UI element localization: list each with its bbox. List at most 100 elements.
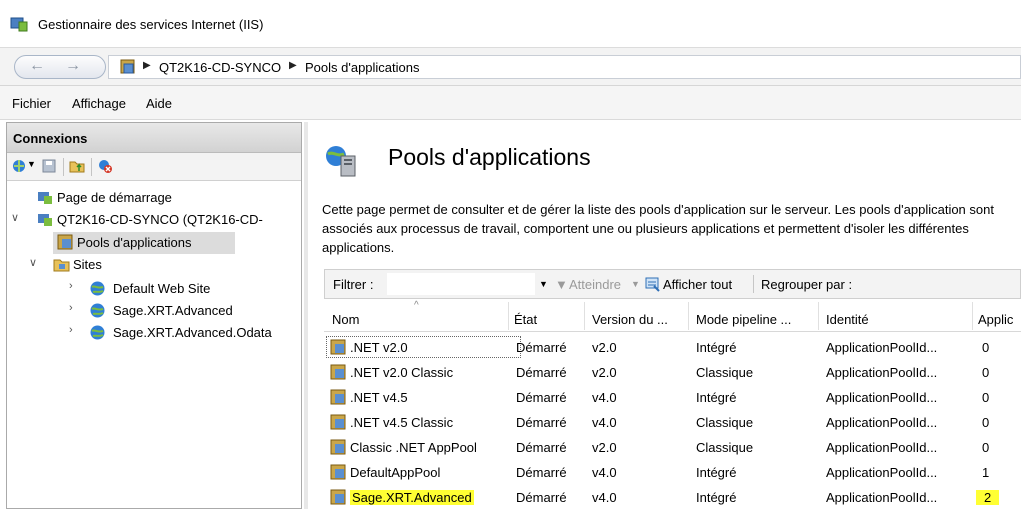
filter-input[interactable]	[387, 273, 535, 295]
cell-state: Démarré	[516, 415, 567, 430]
collapse-chevron-icon[interactable]: ∨	[11, 211, 19, 224]
tree-label: Sage.XRT.Advanced	[113, 303, 233, 318]
expand-chevron-icon[interactable]: ›	[69, 302, 73, 314]
tree-item-site[interactable]: › Sage.XRT.Advanced.Odata	[69, 322, 299, 344]
globe-icon	[90, 325, 105, 340]
navigation-bar: ← → ▶ QT2K16-CD-SYNCO ▶ Pools d'applicat…	[0, 48, 1021, 86]
tree-item-app-pools[interactable]: Pools d'applications	[53, 232, 235, 254]
cell-identity: ApplicationPoolId...	[826, 390, 938, 405]
cell-pipeline-mode: Classique	[696, 415, 754, 430]
table-row[interactable]: Classic .NET AppPool Démarré v2.0 Classi…	[324, 435, 1021, 460]
start-page-icon	[38, 192, 52, 204]
cell-name: .NET v2.0	[350, 340, 408, 355]
app-pool-icon	[330, 439, 346, 455]
cell-identity: ApplicationPoolId...	[826, 490, 938, 505]
tree-item-server[interactable]: ∨ QT2K16-CD-SYNCO (QT2K16-CD-	[7, 209, 301, 231]
column-header-name[interactable]: Nom	[332, 312, 359, 327]
column-header-pipeline-mode[interactable]: Mode pipeline ...	[696, 312, 791, 327]
globe-icon	[90, 281, 105, 296]
app-pool-icon	[330, 414, 346, 430]
cell-name: DefaultAppPool	[350, 465, 441, 480]
menu-aide[interactable]: Aide	[146, 96, 172, 111]
sites-folder-icon	[53, 259, 70, 272]
cell-state: Démarré	[516, 365, 567, 380]
column-divider[interactable]	[972, 302, 973, 330]
chevron-right-icon: ▶	[289, 60, 297, 71]
cell-applications: 0	[982, 340, 990, 355]
table-row[interactable]: .NET v4.5 Classic Démarré v4.0 Classique…	[324, 410, 1021, 435]
cell-pipeline-mode: Intégré	[696, 340, 737, 355]
app-pool-icon	[330, 364, 346, 380]
column-divider[interactable]	[584, 302, 585, 330]
cell-pipeline-mode: Classique	[696, 365, 754, 380]
dropdown-arrow-icon[interactable]: ▼	[27, 159, 36, 169]
expand-chevron-icon[interactable]: ›	[69, 324, 73, 336]
cell-applications: 0	[982, 440, 990, 455]
forward-arrow-icon[interactable]: →	[65, 57, 81, 75]
tree-item-start-page[interactable]: Page de démarrage	[25, 187, 295, 209]
connections-title: Connexions	[13, 131, 88, 146]
column-divider[interactable]	[508, 302, 509, 330]
group-by-label[interactable]: Regrouper par :	[761, 277, 852, 292]
cell-name-highlighted: Sage.XRT.Advanced	[350, 490, 474, 505]
go-dropdown-arrow-icon[interactable]: ▼	[631, 279, 640, 289]
cell-version: v4.0	[592, 465, 617, 480]
up-folder-icon[interactable]	[69, 158, 85, 174]
table-row[interactable]: .NET v2.0 Classic Démarré v2.0 Classique…	[324, 360, 1021, 385]
nav-buttons: ← →	[14, 55, 106, 79]
cell-identity: ApplicationPoolId...	[826, 365, 938, 380]
back-arrow-icon[interactable]: ←	[29, 57, 45, 75]
save-icon[interactable]	[41, 158, 57, 174]
chevron-right-icon: ▶	[143, 60, 151, 71]
cell-name: .NET v2.0 Classic	[350, 365, 454, 380]
cell-identity: ApplicationPoolId...	[826, 415, 938, 430]
column-header-version[interactable]: Version du ...	[592, 312, 668, 327]
cell-identity: ApplicationPoolId...	[826, 340, 938, 355]
cell-applications-highlighted: 2	[976, 490, 1000, 505]
tree-item-site[interactable]: › Sage.XRT.Advanced	[69, 300, 289, 322]
tree-item-site[interactable]: › Default Web Site	[69, 278, 289, 300]
column-header-state[interactable]: État	[514, 312, 537, 327]
connections-header: Connexions	[7, 123, 301, 153]
connect-globe-icon[interactable]	[11, 158, 27, 174]
column-header-identity[interactable]: Identité	[826, 312, 869, 327]
server-icon	[120, 59, 135, 74]
go-button[interactable]: Atteindre	[569, 277, 621, 292]
menu-affichage[interactable]: Affichage	[72, 96, 126, 111]
cell-applications: 0	[982, 415, 990, 430]
table-row[interactable]: .NET v4.5 Démarré v4.0 Intégré Applicati…	[324, 385, 1021, 410]
cell-pipeline-mode: Intégré	[696, 390, 737, 405]
cell-name: .NET v4.5	[350, 390, 408, 405]
grid-header: Nom ^ État Version du ... Mode pipeline …	[324, 300, 1021, 332]
table-row[interactable]: .NET v2.0 Démarré v2.0 Intégré Applicati…	[324, 335, 1021, 360]
cell-version: v2.0	[592, 340, 617, 355]
cell-version: v4.0	[592, 415, 617, 430]
funnel-icon: ▼	[555, 277, 568, 292]
globe-icon	[90, 303, 105, 318]
expand-chevron-icon[interactable]: ›	[69, 280, 73, 292]
show-all-button[interactable]: Afficher tout	[663, 277, 732, 292]
tree-label: QT2K16-CD-SYNCO (QT2K16-CD-	[57, 212, 263, 227]
filter-bar: Filtrer : ▼ ▼ Atteindre ▼ Afficher tout …	[324, 269, 1021, 299]
filter-dropdown-arrow-icon[interactable]: ▼	[539, 279, 548, 289]
cell-pipeline-mode: Intégré	[696, 465, 737, 480]
page-description: Cette page permet de consulter et de gér…	[322, 202, 994, 255]
panel-splitter[interactable]	[304, 122, 308, 509]
menu-fichier[interactable]: Fichier	[12, 96, 51, 111]
disconnect-icon[interactable]	[97, 158, 113, 174]
window-title: Gestionnaire des services Internet (IIS)	[38, 17, 264, 32]
breadcrumb-app-pools[interactable]: Pools d'applications	[305, 60, 420, 75]
table-row[interactable]: DefaultAppPool Démarré v4.0 Intégré Appl…	[324, 460, 1021, 485]
tree-item-sites[interactable]: ∨ Sites	[25, 254, 225, 276]
toolbar-divider	[63, 158, 64, 176]
column-divider[interactable]	[688, 302, 689, 330]
column-header-applications[interactable]: Applic	[978, 312, 1013, 327]
collapse-chevron-icon[interactable]: ∨	[29, 256, 37, 269]
column-divider[interactable]	[818, 302, 819, 330]
app-pool-icon	[330, 464, 346, 480]
menu-bar: Fichier Affichage Aide	[0, 86, 1021, 120]
address-bar[interactable]: ▶ QT2K16-CD-SYNCO ▶ Pools d'applications	[108, 55, 1021, 79]
breadcrumb-server[interactable]: QT2K16-CD-SYNCO	[159, 60, 281, 75]
cell-pipeline-mode: Intégré	[696, 490, 737, 505]
table-row[interactable]: Sage.XRT.Advanced Démarré v4.0 Intégré A…	[324, 485, 1021, 509]
